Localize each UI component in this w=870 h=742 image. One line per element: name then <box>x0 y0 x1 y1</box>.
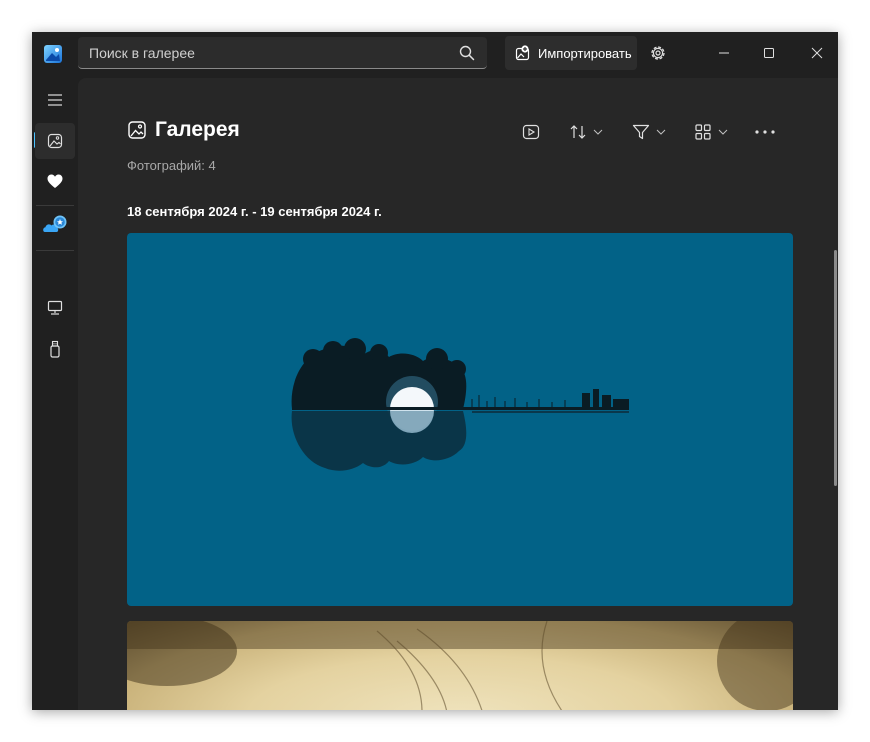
heart-icon <box>47 174 63 188</box>
import-button-label: Импортировать <box>538 45 632 61</box>
minimize-icon <box>719 52 729 54</box>
page-header: Галерея <box>127 118 240 142</box>
usb-icon <box>50 340 60 358</box>
search-icon[interactable] <box>459 45 475 61</box>
sidebar-item-this-pc[interactable] <box>35 290 75 326</box>
hamburger-icon <box>48 94 62 106</box>
sidebar-item-usb-drive[interactable] <box>35 331 75 367</box>
gallery-icon <box>47 133 63 149</box>
settings-gear-icon[interactable] <box>648 43 668 63</box>
search-box[interactable] <box>78 37 487 69</box>
photos-app-icon <box>44 45 62 63</box>
slideshow-play-icon <box>522 124 540 140</box>
slideshow-button[interactable] <box>522 120 540 144</box>
close-button[interactable] <box>807 43 827 63</box>
parchment-texture-image <box>127 621 793 710</box>
photo-thumbnail[interactable] <box>127 621 793 710</box>
vertical-scrollbar[interactable] <box>834 250 837 486</box>
photos-window: Импортировать <box>32 32 838 710</box>
date-group-header: 18 сентября 2024 г. - 19 сентября 2024 г… <box>127 204 382 219</box>
sidebar-divider <box>36 205 74 206</box>
import-button[interactable]: Импортировать <box>505 36 637 70</box>
photo-count: Фотографий: 4 <box>127 158 216 173</box>
search-input[interactable] <box>78 37 448 68</box>
onedrive-icon <box>43 215 67 232</box>
sidebar-divider <box>36 250 74 251</box>
view-layout-button[interactable] <box>694 120 728 144</box>
more-options-button[interactable] <box>754 120 776 144</box>
gallery-title-icon <box>128 121 146 139</box>
main-content: Галерея Фотографий: 4 18 сентября 2024 г… <box>78 78 838 710</box>
navigation-sidebar <box>32 78 78 710</box>
sort-button[interactable] <box>569 120 603 144</box>
maximize-button[interactable] <box>759 43 779 63</box>
photo-thumbnail[interactable] <box>127 233 793 606</box>
sort-icon <box>570 125 586 139</box>
close-icon <box>811 47 823 59</box>
guitar-tree-silhouette-image <box>291 338 629 471</box>
sidebar-menu-button[interactable] <box>35 82 75 118</box>
sidebar-item-gallery[interactable] <box>35 123 75 159</box>
filter-icon <box>632 124 650 140</box>
title-bar: Импортировать <box>32 32 838 78</box>
minimize-button[interactable] <box>714 43 734 63</box>
filter-button[interactable] <box>632 120 666 144</box>
more-dots-icon <box>755 130 775 134</box>
chevron-down-icon <box>656 129 666 135</box>
computer-icon <box>47 300 63 315</box>
chevron-down-icon <box>593 129 603 135</box>
chevron-down-icon <box>718 129 728 135</box>
sidebar-item-favorites[interactable] <box>35 163 75 199</box>
import-icon <box>515 45 530 61</box>
page-title: Галерея <box>155 118 240 141</box>
sidebar-item-onedrive[interactable] <box>35 207 75 243</box>
layout-grid-icon <box>695 124 711 140</box>
maximize-icon <box>764 48 774 58</box>
